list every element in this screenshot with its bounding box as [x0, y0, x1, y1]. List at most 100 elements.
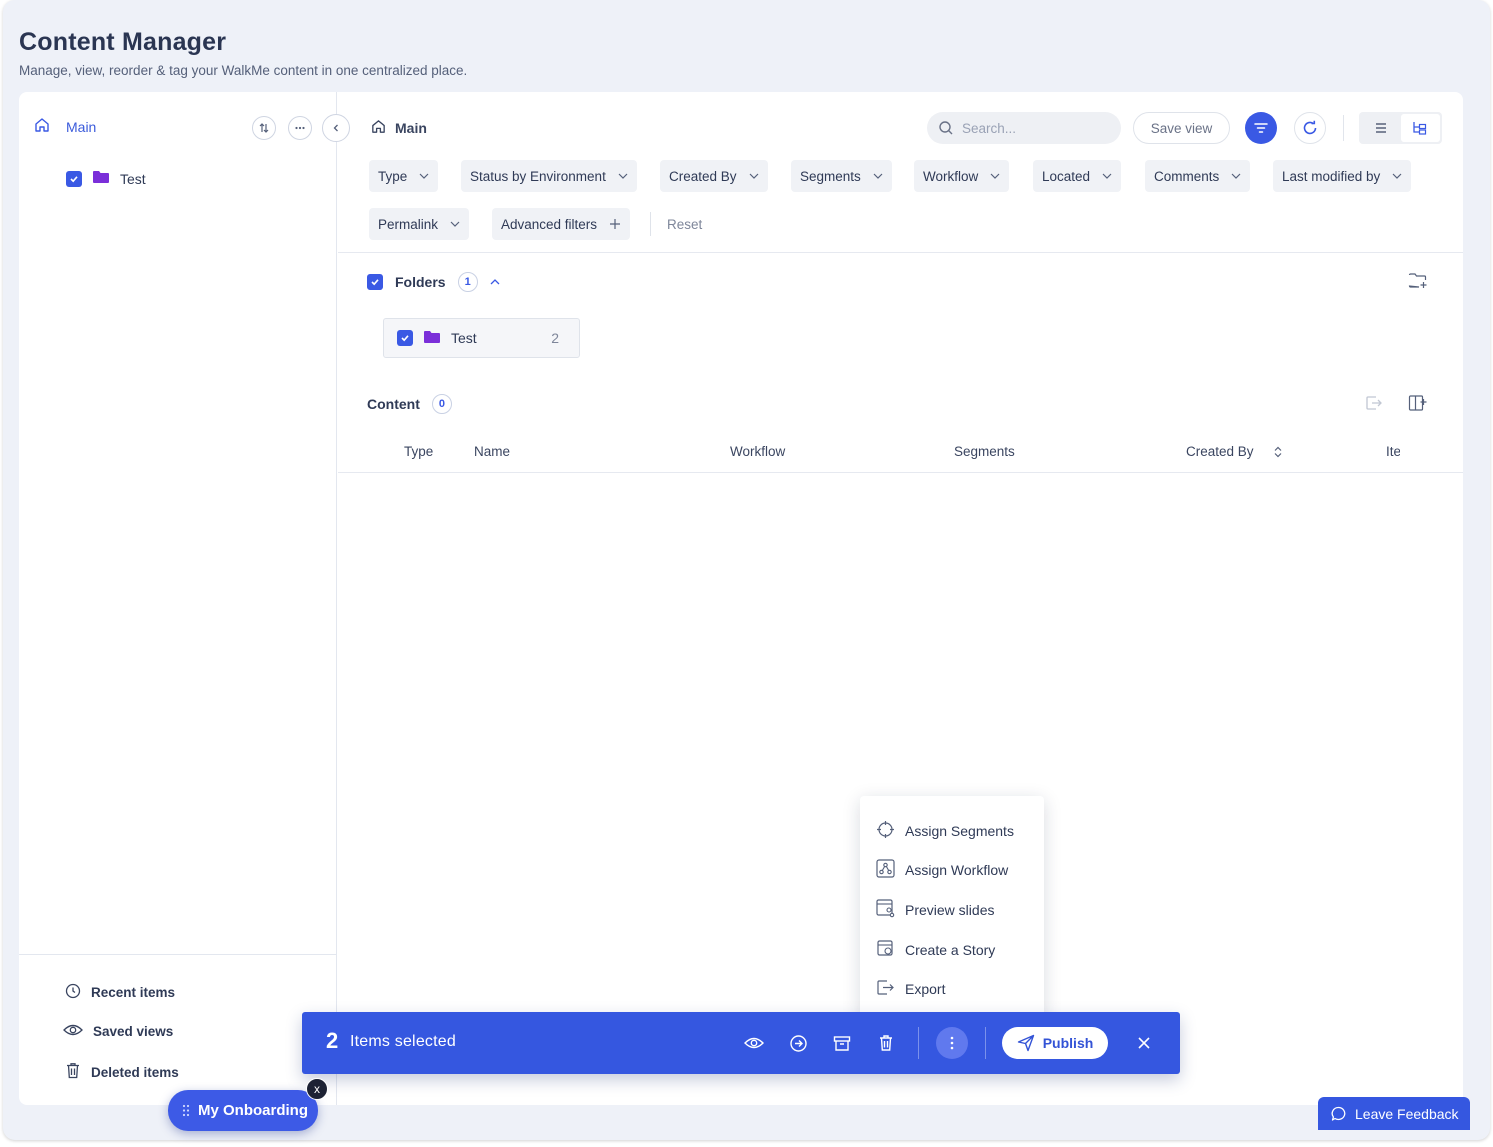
filter-comments[interactable]: Comments [1145, 160, 1251, 192]
tree-item-test[interactable]: Test [66, 170, 146, 187]
deleted-items-label: Deleted items [91, 1064, 179, 1080]
more-options-button[interactable] [288, 116, 312, 140]
chevron-up-icon[interactable] [490, 279, 500, 285]
filter-located[interactable]: Located [1033, 160, 1122, 192]
tree-view-button[interactable] [1400, 114, 1440, 142]
preview-button[interactable] [742, 1031, 766, 1055]
list-icon [1375, 123, 1386, 133]
saved-views-link[interactable]: Saved views [63, 1023, 173, 1040]
view-toggle [1359, 112, 1442, 144]
workflow-icon [876, 859, 895, 881]
archive-icon [833, 1035, 851, 1051]
filter-label: Created By [669, 168, 737, 184]
filter-last-modified-by[interactable]: Last modified by [1273, 160, 1412, 192]
sidebar-root-label: Main [66, 118, 97, 135]
leave-feedback-button[interactable]: Leave Feedback [1318, 1097, 1470, 1130]
columns-button[interactable] [1408, 394, 1427, 415]
folder-checkbox[interactable] [397, 330, 413, 346]
sidebar-bottom: Recent items Saved views Deleted items [19, 954, 337, 1105]
filter-status-by-environment[interactable]: Status by Environment [461, 160, 637, 192]
trash-icon [880, 1035, 892, 1051]
reset-button[interactable]: Reset [667, 217, 702, 232]
add-folder-icon [1408, 273, 1427, 288]
menu-item-assign-segments[interactable]: Assign Segments [876, 820, 1014, 842]
filter-permalink[interactable]: Permalink [369, 208, 470, 240]
advanced-filters-label: Advanced filters [501, 216, 598, 232]
clock-icon [65, 983, 81, 1002]
page-subtitle: Manage, view, reorder & tag your WalkMe … [19, 63, 468, 78]
close-selection-button[interactable] [1132, 1031, 1156, 1055]
deleted-items-link[interactable]: Deleted items [65, 1062, 179, 1082]
sort-icon[interactable] [1274, 445, 1282, 461]
breadcrumb[interactable]: Main [370, 118, 427, 138]
onboarding-label: My Onboarding [198, 1102, 308, 1119]
menu-item-label: Create a Story [905, 942, 996, 958]
move-button[interactable] [786, 1031, 810, 1055]
my-onboarding-widget[interactable]: My Onboarding [168, 1090, 318, 1131]
collapse-sidebar-button[interactable] [322, 114, 350, 142]
content-card: Main Test Recent items Saved views Delet… [19, 92, 1463, 1105]
column-workflow[interactable]: Workflow [730, 444, 785, 459]
home-icon [33, 116, 51, 137]
advanced-filters-button[interactable]: Advanced filters [492, 208, 631, 240]
column-items[interactable]: Ite [1386, 444, 1400, 459]
folders-count-badge: 1 [457, 272, 478, 292]
filter-label: Permalink [378, 216, 439, 232]
toolbar-divider [1343, 115, 1344, 141]
more-actions-button[interactable] [936, 1027, 968, 1059]
filter-button[interactable] [1245, 112, 1277, 144]
refresh-button[interactable] [1294, 112, 1326, 144]
delete-button[interactable] [874, 1031, 898, 1055]
folder-card-label: Test [451, 330, 477, 346]
column-type[interactable]: Type [404, 444, 433, 459]
menu-item-label: Export [905, 981, 946, 997]
folders-checkbox[interactable] [367, 274, 383, 290]
chevron-down-icon [1392, 173, 1402, 179]
ellipsis-icon [295, 126, 305, 130]
export-content-button[interactable] [1365, 395, 1383, 414]
recent-items-link[interactable]: Recent items [65, 983, 175, 1002]
sort-icon [259, 123, 269, 133]
list-view-button[interactable] [1361, 114, 1401, 142]
sidebar-root[interactable]: Main [33, 116, 96, 137]
menu-item-preview-slides[interactable]: Preview slides [876, 899, 994, 921]
menu-item-assign-workflow[interactable]: Assign Workflow [876, 859, 1008, 881]
chevron-down-icon [618, 173, 628, 179]
onboarding-close-button[interactable]: x [306, 1078, 328, 1100]
folder-card-test[interactable]: Test 2 [383, 318, 580, 358]
feedback-label: Leave Feedback [1355, 1105, 1459, 1122]
publish-button[interactable]: Publish [1002, 1027, 1108, 1059]
menu-item-label: Preview slides [905, 902, 995, 918]
filter-separator [338, 252, 1463, 253]
save-view-button[interactable]: Save view [1133, 112, 1230, 144]
eye-icon [744, 1037, 764, 1049]
saved-views-label: Saved views [93, 1024, 174, 1039]
column-segments[interactable]: Segments [954, 444, 1015, 459]
column-name[interactable]: Name [474, 444, 510, 459]
selection-action-bar: 2 Items selected Publish [302, 1012, 1180, 1074]
menu-item-create-story[interactable]: Create a Story [876, 939, 995, 961]
search-input[interactable]: Search... [927, 112, 1121, 144]
target-icon [876, 820, 895, 842]
filter-type[interactable]: Type [369, 160, 439, 192]
filter-created-by[interactable]: Created By [660, 160, 768, 192]
send-icon [1017, 1034, 1034, 1052]
checkbox-icon[interactable] [66, 170, 82, 187]
sidebar: Main Test Recent items Saved views Delet… [19, 92, 350, 1105]
new-folder-button[interactable] [1408, 272, 1428, 293]
columns-icon [1408, 395, 1427, 411]
table-header-separator [338, 472, 1463, 473]
archive-button[interactable] [830, 1031, 854, 1055]
search-placeholder: Search... [962, 120, 1017, 136]
filter-segments[interactable]: Segments [791, 160, 892, 192]
column-created-by[interactable]: Created By [1186, 444, 1254, 459]
folders-title: Folders [395, 274, 446, 290]
menu-item-export[interactable]: Export [876, 979, 945, 999]
sort-button[interactable] [252, 116, 276, 140]
folder-icon [423, 330, 441, 347]
chevron-down-icon [450, 221, 460, 227]
search-icon [939, 121, 953, 135]
drag-handle-icon [182, 1104, 190, 1117]
filter-workflow[interactable]: Workflow [914, 160, 1010, 192]
content-count-badge: 0 [431, 394, 453, 414]
